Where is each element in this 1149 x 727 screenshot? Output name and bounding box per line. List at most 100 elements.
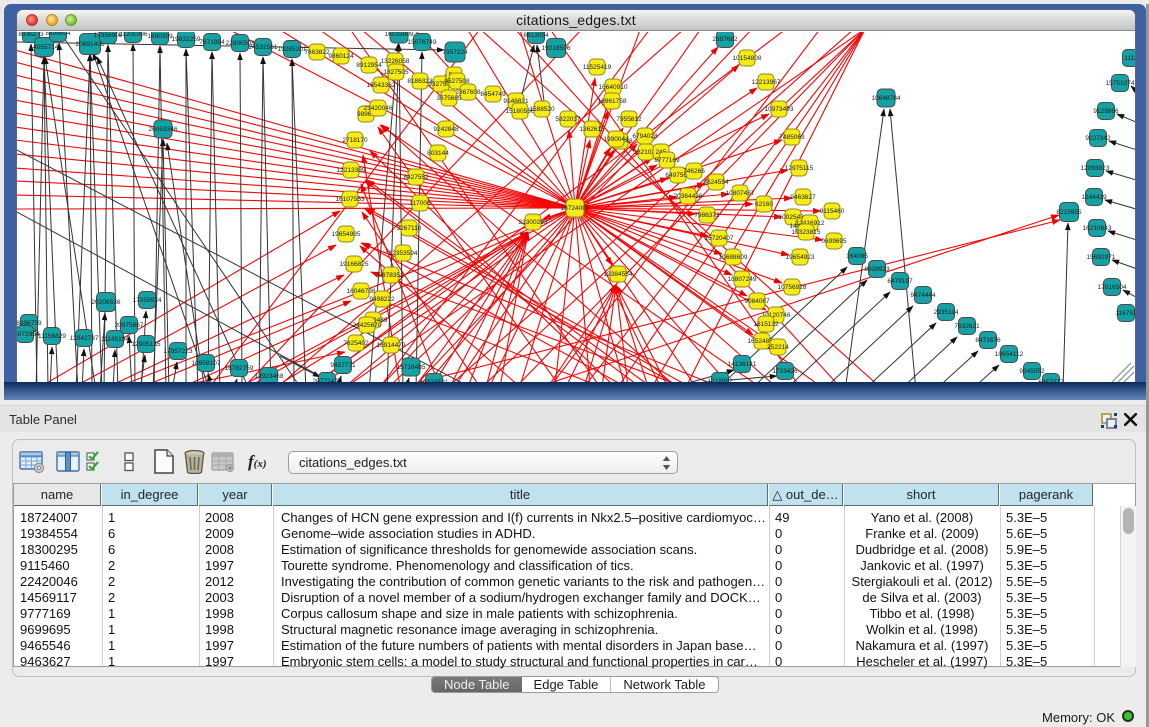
- svg-text:7485063: 7485063: [779, 134, 805, 141]
- svg-text:19654985: 19654985: [332, 231, 361, 238]
- svg-text:7632621: 7632621: [954, 323, 980, 330]
- svg-text:6794028: 6794028: [632, 133, 658, 140]
- svg-text:10154808: 10154808: [733, 55, 762, 62]
- svg-text:12923468: 12923468: [255, 373, 284, 380]
- svg-text:15076749: 15076749: [408, 39, 437, 46]
- svg-text:8427552: 8427552: [403, 174, 429, 181]
- svg-text:11156829: 11156829: [38, 333, 66, 340]
- svg-text:19285201: 19285201: [278, 46, 307, 53]
- svg-text:21300293: 21300293: [519, 219, 548, 226]
- svg-text:164095: 164095: [846, 253, 868, 260]
- svg-text:10958107: 10958107: [192, 360, 221, 367]
- svg-text:7671884: 7671884: [199, 39, 225, 46]
- svg-text:62160: 62160: [755, 201, 773, 208]
- svg-text:16033809: 16033809: [385, 32, 414, 38]
- svg-text:16072954: 16072954: [17, 331, 40, 338]
- svg-text:9457771: 9457771: [330, 362, 356, 369]
- svg-text:10973493: 10973493: [765, 106, 794, 113]
- svg-text:8813054: 8813054: [523, 32, 549, 39]
- svg-text:9463627: 9463627: [790, 194, 816, 201]
- svg-text:1244419: 1244419: [1081, 194, 1107, 201]
- svg-text:9860124: 9860124: [328, 53, 354, 60]
- svg-text:9474444: 9474444: [910, 292, 936, 299]
- svg-text:1827505: 1827505: [383, 69, 409, 76]
- svg-text:10323815: 10323815: [792, 229, 821, 236]
- svg-text:19384554: 19384554: [604, 271, 633, 278]
- svg-text:19166825: 19166825: [340, 261, 369, 268]
- svg-text:1112: 1112: [1124, 55, 1135, 62]
- svg-text:1733426: 1733426: [772, 368, 798, 375]
- svg-text:10756928: 10756928: [778, 284, 807, 291]
- svg-text:15716485: 15716485: [397, 364, 426, 371]
- svg-text:16640910: 16640910: [599, 84, 628, 91]
- svg-text:12905135: 12905135: [132, 341, 161, 348]
- svg-text:8878352: 8878352: [378, 272, 404, 279]
- svg-text:16210643: 16210643: [1083, 225, 1112, 232]
- svg-text:1362615: 1362615: [579, 126, 605, 133]
- svg-text:7625402: 7625402: [343, 340, 369, 347]
- svg-text:0699695: 0699695: [821, 238, 847, 245]
- svg-text:11145194: 11145194: [101, 336, 129, 343]
- svg-text:8471676: 8471676: [975, 337, 1001, 344]
- svg-text:10807487: 10807487: [726, 190, 755, 197]
- svg-text:26053346: 26053346: [149, 126, 178, 133]
- svg-text:16782759: 16782759: [225, 365, 254, 372]
- svg-text:8806804: 8806804: [45, 32, 71, 37]
- svg-text:9498222: 9498222: [369, 296, 395, 303]
- svg-text:15751074: 15751074: [1106, 80, 1135, 87]
- svg-text:12213967: 12213967: [752, 79, 781, 86]
- svg-text:3267110: 3267110: [397, 225, 422, 232]
- svg-text:20364436: 20364436: [674, 193, 703, 200]
- svg-text:12093823: 12093823: [1081, 165, 1110, 172]
- svg-text:5822037: 5822037: [555, 116, 581, 123]
- svg-text:7663822: 7663822: [304, 49, 330, 56]
- svg-text:2935114: 2935114: [934, 309, 959, 316]
- svg-text:19832259: 19832259: [172, 36, 201, 43]
- svg-text:8215955: 8215955: [1056, 209, 1082, 216]
- svg-text:3624554: 3624554: [703, 179, 729, 186]
- svg-text:16543362: 16543362: [367, 82, 396, 89]
- svg-text:1990044: 1990044: [603, 136, 629, 143]
- svg-text:10648784: 10648784: [872, 95, 901, 102]
- svg-text:12975115: 12975115: [785, 165, 814, 172]
- svg-text:7955812: 7955812: [616, 116, 642, 123]
- svg-text:15692971: 15692971: [1087, 254, 1116, 261]
- svg-text:8454749: 8454749: [480, 91, 506, 98]
- svg-text:12213389: 12213389: [337, 167, 366, 174]
- svg-text:19654923: 19654923: [786, 254, 815, 261]
- svg-text:12942737: 12942737: [70, 335, 99, 342]
- svg-text:14055714: 14055714: [30, 44, 59, 51]
- svg-text:2887682: 2887682: [712, 36, 738, 43]
- svg-text:21200396: 21200396: [119, 32, 148, 38]
- svg-text:9115460: 9115460: [820, 208, 845, 215]
- svg-text:14136141: 14136141: [728, 361, 757, 368]
- svg-text:803144: 803144: [427, 150, 449, 157]
- svg-text:16046798: 16046798: [347, 288, 376, 295]
- svg-text:746266: 746266: [683, 168, 705, 175]
- svg-text:8912954: 8912954: [356, 62, 382, 69]
- svg-text:17957223: 17957223: [164, 348, 193, 355]
- svg-text:8938923: 8938923: [864, 266, 890, 273]
- svg-text:6479197: 6479197: [887, 278, 913, 285]
- svg-text:15720407: 15720407: [705, 235, 734, 242]
- svg-text:16961758: 16961758: [598, 98, 627, 105]
- svg-text:17016504: 17016504: [1098, 284, 1127, 291]
- svg-text:9084067: 9084067: [744, 298, 770, 305]
- svg-text:10688609: 10688609: [719, 254, 748, 261]
- svg-text:9242848: 9242848: [433, 126, 459, 133]
- svg-text:3675685: 3675685: [436, 95, 462, 102]
- svg-text:24532561: 24532561: [249, 44, 278, 51]
- svg-text:18724007: 18724007: [561, 205, 590, 212]
- svg-text:1615132: 1615132: [753, 321, 779, 328]
- svg-text:9777169: 9777169: [654, 157, 680, 164]
- svg-text:11525419: 11525419: [583, 64, 612, 71]
- svg-text:9129966: 9129966: [1093, 108, 1119, 115]
- svg-text:10654112: 10654112: [995, 351, 1024, 358]
- svg-text:18807249: 18807249: [728, 276, 757, 283]
- svg-text:12353594: 12353594: [389, 250, 418, 257]
- svg-text:9227342: 9227342: [1085, 135, 1111, 142]
- svg-text:19218506: 19218506: [542, 45, 571, 52]
- svg-text:252214: 252214: [767, 344, 789, 351]
- svg-text:20975867: 20975867: [115, 322, 144, 329]
- svg-text:2718170: 2718170: [342, 137, 368, 144]
